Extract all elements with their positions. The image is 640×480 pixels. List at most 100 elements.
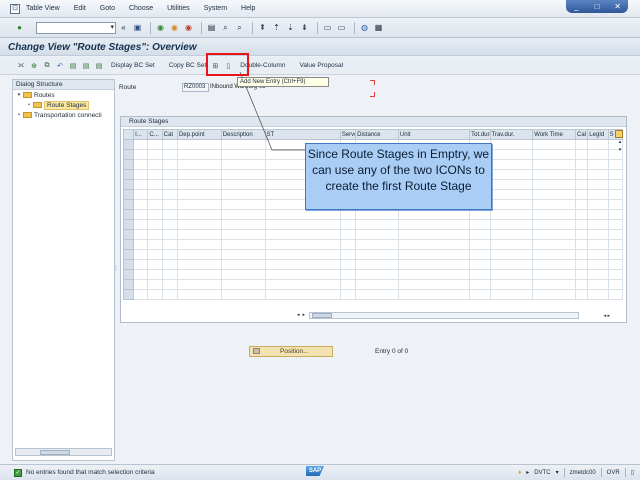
help-icon[interactable]: ◍ <box>359 22 370 33</box>
table-cell[interactable] <box>532 259 577 270</box>
table-cell[interactable] <box>532 199 577 210</box>
table-cell[interactable] <box>264 289 341 300</box>
table-row[interactable] <box>122 259 624 270</box>
table-cell[interactable] <box>220 139 266 150</box>
table-cell[interactable] <box>397 249 471 260</box>
menu-edit[interactable]: Edit <box>74 5 86 12</box>
table-cell[interactable] <box>133 159 149 170</box>
table-cell[interactable] <box>575 179 589 190</box>
tree-item-route-stages[interactable]: • Route Stages <box>13 100 114 110</box>
table-cell[interactable] <box>489 239 534 250</box>
scroll-down-icon[interactable]: ▾ <box>616 147 624 155</box>
table-cell[interactable] <box>176 139 222 150</box>
table-cell[interactable] <box>575 159 589 170</box>
table-cell[interactable] <box>176 289 222 300</box>
table-cell[interactable] <box>532 149 577 160</box>
double-left-icon[interactable]: « <box>118 22 129 33</box>
row-selector[interactable] <box>122 239 135 250</box>
table-cell[interactable] <box>161 189 178 200</box>
table-cell[interactable] <box>264 239 341 250</box>
table-cell[interactable] <box>161 219 178 230</box>
row-selector[interactable] <box>122 279 135 290</box>
table-cell[interactable] <box>220 259 266 270</box>
table-cell[interactable] <box>489 279 534 290</box>
row-selector[interactable] <box>122 199 135 210</box>
table-row[interactable] <box>122 279 624 290</box>
table-cell[interactable] <box>587 249 609 260</box>
table-cell[interactable] <box>220 189 266 200</box>
table-cell[interactable] <box>587 159 609 170</box>
table-cell[interactable] <box>176 189 222 200</box>
table-cell[interactable] <box>397 259 471 270</box>
scroll-end-arrows[interactable]: ◂ ▸ <box>604 313 610 319</box>
table-cell[interactable] <box>133 139 149 150</box>
table-cell[interactable] <box>532 189 577 200</box>
table-cell[interactable] <box>587 229 609 240</box>
copy-as-icon[interactable]: ⧉ <box>42 61 52 71</box>
table-cell[interactable] <box>532 239 577 250</box>
table-cell[interactable] <box>176 199 222 210</box>
table-cell[interactable] <box>133 229 149 240</box>
table-cell[interactable] <box>133 249 149 260</box>
select-block-icon[interactable]: ▤ <box>81 61 91 71</box>
table-cell[interactable] <box>133 269 149 280</box>
table-cell[interactable] <box>355 259 399 270</box>
enter-check-icon[interactable]: ● <box>14 22 25 33</box>
table-cell[interactable] <box>147 149 163 160</box>
table-cell[interactable] <box>147 289 163 300</box>
scroll-up-icon[interactable]: ▴ <box>616 139 624 147</box>
table-cell[interactable] <box>147 279 163 290</box>
table-cell[interactable] <box>575 269 589 280</box>
table-cell[interactable] <box>161 279 178 290</box>
table-cell[interactable] <box>469 269 491 280</box>
table-cell[interactable] <box>161 159 178 170</box>
table-row[interactable] <box>122 229 624 240</box>
table-cell[interactable] <box>489 159 534 170</box>
cancel-icon[interactable]: ◉ <box>183 22 194 33</box>
table-cell[interactable] <box>220 279 266 290</box>
menu-help[interactable]: Help <box>241 5 255 12</box>
table-cell[interactable] <box>397 269 471 280</box>
column-header[interactable]: ST <box>264 129 341 140</box>
table-cell[interactable] <box>220 169 266 180</box>
table-cell[interactable] <box>532 169 577 180</box>
system-id[interactable]: DVTC <box>534 470 550 476</box>
table-cell[interactable] <box>587 179 609 190</box>
table-cell[interactable] <box>161 289 178 300</box>
table-cell[interactable] <box>532 209 577 220</box>
row-selector[interactable] <box>122 289 135 300</box>
table-cell[interactable] <box>489 209 534 220</box>
table-cell[interactable] <box>575 219 589 230</box>
table-cell[interactable] <box>397 239 471 250</box>
table-row[interactable] <box>122 249 624 260</box>
table-cell[interactable] <box>489 249 534 260</box>
table-cell[interactable] <box>489 269 534 280</box>
table-cell[interactable] <box>469 289 491 300</box>
table-cell[interactable] <box>161 259 178 270</box>
column-header[interactable]: Cat <box>161 129 178 140</box>
column-header[interactable]: ServcAgent <box>339 129 357 140</box>
scroll-left-icon[interactable]: ◂ <box>297 312 300 318</box>
column-header[interactable]: Tot.durat. <box>469 129 491 140</box>
chevron-down-icon[interactable]: ▾ <box>556 469 559 476</box>
table-cell[interactable] <box>532 139 577 150</box>
table-cell[interactable] <box>176 269 222 280</box>
table-cell[interactable] <box>147 269 163 280</box>
maximize-icon[interactable]: □ <box>590 2 604 11</box>
table-cell[interactable] <box>176 169 222 180</box>
table-cell[interactable] <box>220 289 266 300</box>
table-cell[interactable] <box>220 269 266 280</box>
table-cell[interactable] <box>339 289 357 300</box>
table-cell[interactable] <box>532 219 577 230</box>
print-icon[interactable]: ▤ <box>206 22 217 33</box>
table-cell[interactable] <box>133 209 149 220</box>
layout-menu-icon[interactable]: ▦ <box>373 22 384 33</box>
table-cell[interactable] <box>133 169 149 180</box>
table-cell[interactable] <box>587 209 609 220</box>
find-icon[interactable]: ⌕ <box>220 22 231 33</box>
next-page-icon[interactable]: ⇣ <box>285 22 296 33</box>
prev-page-icon[interactable]: ⇡ <box>271 22 282 33</box>
table-cell[interactable] <box>161 209 178 220</box>
table-cell[interactable] <box>355 269 399 280</box>
table-row[interactable] <box>122 269 624 280</box>
